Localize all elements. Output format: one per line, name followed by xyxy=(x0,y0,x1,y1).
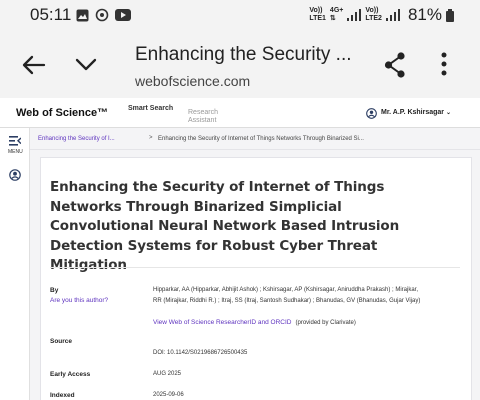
back-arrow-icon[interactable] xyxy=(22,55,46,75)
share-icon[interactable] xyxy=(384,52,406,78)
sim1-arrows: ⇅ xyxy=(329,15,336,22)
authors-line-1: Hipparkar, AA (Hipparkar, Abhijit Ashok)… xyxy=(153,287,419,293)
tab-title: Enhancing the Security ... xyxy=(135,44,352,65)
breadcrumb-link[interactable]: Enhancing the Security of I... xyxy=(38,136,115,142)
notification-icons xyxy=(76,8,131,22)
sim2-indicator: Vo)) LTE2 xyxy=(365,7,382,23)
signal-icon xyxy=(347,9,362,21)
status-bar: 05:11 Vo)) LTE1 4G+ ⇅ Vo)) LTE2 81% xyxy=(0,0,480,32)
battery-percent: 81% xyxy=(407,5,442,24)
orcid-row: View Web of Science ResearcherID and ORC… xyxy=(153,319,356,326)
authors-line-2: RR (Mirajkar, Riddhi R.) ; Itraj, SS (It… xyxy=(153,298,421,304)
source-label: Source xyxy=(50,338,73,345)
menu-label: MENU xyxy=(8,149,23,155)
signal-icon-2 xyxy=(385,9,400,21)
nav-research-assistant-label: Research Assistant xyxy=(188,109,218,124)
profile-icon[interactable] xyxy=(9,169,21,181)
sync-icon xyxy=(95,8,109,22)
user-name: Mr. A.P. Kshirsagar xyxy=(381,109,445,116)
orcid-note: (provided by Clarivate) xyxy=(295,320,356,326)
status-time: 05:11 xyxy=(30,5,72,24)
user-menu[interactable]: Mr. A.P. Kshirsagar ⌄ xyxy=(381,109,451,116)
are-you-author-link[interactable]: Are you this author? xyxy=(50,297,108,304)
sim1-4g: 4G+ xyxy=(329,7,344,14)
nav-smart-search[interactable]: Smart Search xyxy=(128,105,173,112)
title-divider xyxy=(50,267,460,268)
breadcrumb-current: Enhancing the Security of Internet of Th… xyxy=(158,136,364,142)
status-right: Vo)) LTE1 4G+ ⇅ Vo)) LTE2 81% xyxy=(309,5,454,25)
sim1-type: 4G+ ⇅ xyxy=(330,7,343,23)
custom-tab-header: Enhancing the Security ... webofscience.… xyxy=(0,32,480,98)
main-content: Enhancing the Security of Internet of Th… xyxy=(30,150,480,400)
breadcrumb: Enhancing the Security of I... > Enhanci… xyxy=(30,128,480,150)
menu-icon[interactable] xyxy=(9,136,21,146)
record-card: Enhancing the Security of Internet of Th… xyxy=(40,157,472,400)
sim1-volte: Vo)) xyxy=(309,7,323,14)
more-vertical-icon[interactable] xyxy=(440,52,448,76)
gallery-icon xyxy=(76,9,89,21)
wos-logo[interactable]: Web of Science™ xyxy=(16,107,108,119)
record-title: Enhancing the Security of Internet of Th… xyxy=(50,179,400,273)
sim1-lte: LTE1 xyxy=(309,15,326,22)
breadcrumb-separator: > xyxy=(149,135,153,141)
indexed-value: 2025-09-06 xyxy=(153,392,184,398)
indexed-label: Indexed xyxy=(50,392,75,399)
sim2-volte: Vo)) xyxy=(365,7,379,14)
authors: Hipparkar, AA (Hipparkar, Abhijit Ashok)… xyxy=(153,285,461,307)
tab-url: webofscience.com xyxy=(135,73,251,89)
youtube-icon xyxy=(115,9,131,21)
user-chevron-icon: ⌄ xyxy=(445,110,452,116)
wos-header: Web of Science™ Smart Search Research As… xyxy=(0,98,480,128)
orcid-link[interactable]: View Web of Science ResearcherID and ORC… xyxy=(153,319,292,326)
chevron-down-icon[interactable] xyxy=(74,57,98,73)
doi-value: DOI: 10.1142/S0219686726500435 xyxy=(153,350,248,356)
by-label: By xyxy=(50,287,59,294)
early-access-value: AUG 2025 xyxy=(153,371,182,377)
sim1-indicator: Vo)) LTE1 xyxy=(309,7,326,23)
nav-research-assistant[interactable]: Research Assistant xyxy=(188,109,238,125)
left-rail: MENU xyxy=(0,128,30,400)
sim2-lte: LTE2 xyxy=(365,15,382,22)
user-icon[interactable] xyxy=(366,108,377,119)
battery-icon xyxy=(446,8,454,22)
early-access-label: Early Access xyxy=(50,371,91,378)
